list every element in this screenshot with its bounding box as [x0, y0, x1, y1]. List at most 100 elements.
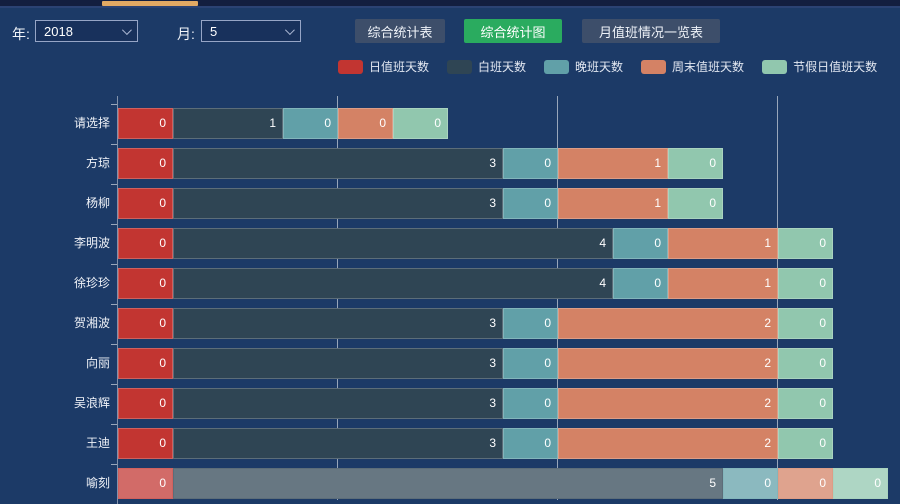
chart-row: 方琼03010	[0, 148, 900, 179]
bar-segment[interactable]: 2	[558, 308, 778, 339]
segment-value-label: 1	[654, 149, 661, 178]
stacked-bar: 04010	[118, 228, 833, 259]
bar-segment[interactable]: 0	[613, 228, 668, 259]
category-label: 方琼	[0, 148, 110, 179]
segment-value-label: 1	[764, 229, 771, 258]
axis-tick	[111, 424, 117, 425]
bar-segment[interactable]: 4	[173, 228, 613, 259]
chart-row: 徐珍珍04010	[0, 268, 900, 299]
bar-segment[interactable]: 0	[118, 228, 173, 259]
segment-value-label: 0	[159, 429, 166, 458]
bar-segment[interactable]: 0	[118, 308, 173, 339]
segment-value-label: 2	[764, 429, 771, 458]
segment-value-label: 3	[489, 349, 496, 378]
bar-segment[interactable]: 0	[778, 428, 833, 459]
segment-value-label: 0	[159, 109, 166, 138]
segment-value-label: 0	[159, 349, 166, 378]
category-label: 王迪	[0, 428, 110, 459]
segment-value-label: 0	[819, 349, 826, 378]
stacked-bar: 03010	[118, 148, 723, 179]
bar-segment[interactable]: 0	[503, 388, 558, 419]
segment-value-label: 0	[159, 269, 166, 298]
stacked-bar-chart: 请选择01000方琼03010杨柳03010李明波04010徐珍珍04010贺湘…	[0, 0, 900, 504]
axis-tick	[111, 184, 117, 185]
bar-segment[interactable]: 0	[778, 388, 833, 419]
segment-value-label: 0	[709, 149, 716, 178]
bar-segment[interactable]: 0	[118, 348, 173, 379]
segment-value-label: 1	[654, 189, 661, 218]
bar-segment[interactable]: 4	[173, 268, 613, 299]
bar-segment[interactable]: 0	[393, 108, 448, 139]
bar-segment[interactable]: 0	[503, 348, 558, 379]
bar-segment[interactable]: 3	[173, 308, 503, 339]
bar-segment[interactable]: 0	[503, 188, 558, 219]
category-label: 李明波	[0, 228, 110, 259]
stacked-bar: 03020	[118, 388, 833, 419]
chart-row: 李明波04010	[0, 228, 900, 259]
bar-segment[interactable]: 0	[833, 468, 888, 499]
stacked-bar: 03020	[118, 428, 833, 459]
bar-segment[interactable]: 0	[668, 188, 723, 219]
segment-value-label: 2	[764, 349, 771, 378]
segment-value-label: 0	[159, 189, 166, 218]
segment-value-label: 1	[764, 269, 771, 298]
bar-segment[interactable]: 0	[723, 468, 778, 499]
bar-segment[interactable]: 0	[778, 468, 833, 499]
bar-segment[interactable]: 2	[558, 428, 778, 459]
bar-segment[interactable]: 1	[173, 108, 283, 139]
bar-segment[interactable]: 0	[778, 228, 833, 259]
chart-row: 吴浪辉03020	[0, 388, 900, 419]
bar-segment[interactable]: 3	[173, 148, 503, 179]
segment-value-label: 0	[764, 469, 771, 498]
bar-segment[interactable]: 0	[283, 108, 338, 139]
segment-value-label: 0	[544, 189, 551, 218]
segment-value-label: 0	[544, 389, 551, 418]
bar-segment[interactable]: 0	[503, 148, 558, 179]
bar-segment[interactable]: 0	[118, 188, 173, 219]
bar-segment[interactable]: 2	[558, 348, 778, 379]
bar-segment[interactable]: 3	[173, 188, 503, 219]
bar-segment[interactable]: 3	[173, 428, 503, 459]
bar-segment[interactable]: 2	[558, 388, 778, 419]
chart-row: 王迪03020	[0, 428, 900, 459]
segment-value-label: 0	[434, 109, 441, 138]
segment-value-label: 2	[764, 309, 771, 338]
bar-segment[interactable]: 0	[118, 108, 173, 139]
bar-segment[interactable]: 0	[778, 308, 833, 339]
category-label: 向丽	[0, 348, 110, 379]
bar-segment[interactable]: 0	[118, 268, 173, 299]
segment-value-label: 5	[709, 469, 716, 498]
segment-value-label: 0	[709, 189, 716, 218]
bar-segment[interactable]: 0	[118, 428, 173, 459]
segment-value-label: 0	[874, 469, 881, 498]
bar-segment[interactable]: 1	[558, 188, 668, 219]
category-label: 贺湘波	[0, 308, 110, 339]
segment-value-label: 0	[819, 389, 826, 418]
bar-segment[interactable]: 1	[668, 268, 778, 299]
bar-segment[interactable]: 0	[118, 388, 173, 419]
bar-segment[interactable]: 0	[118, 468, 173, 499]
segment-value-label: 0	[819, 429, 826, 458]
segment-value-label: 0	[819, 469, 826, 498]
bar-segment[interactable]: 1	[558, 148, 668, 179]
bar-segment[interactable]: 3	[173, 348, 503, 379]
bar-segment[interactable]: 3	[173, 388, 503, 419]
segment-value-label: 1	[269, 109, 276, 138]
segment-value-label: 0	[159, 309, 166, 338]
segment-value-label: 0	[544, 149, 551, 178]
segment-value-label: 0	[819, 309, 826, 338]
bar-segment[interactable]: 1	[668, 228, 778, 259]
bar-segment[interactable]: 5	[173, 468, 723, 499]
segment-value-label: 0	[654, 269, 661, 298]
bar-segment[interactable]: 0	[338, 108, 393, 139]
bar-segment[interactable]: 0	[668, 148, 723, 179]
chart-row: 喻刻05000	[0, 468, 900, 499]
bar-segment[interactable]: 0	[778, 268, 833, 299]
bar-segment[interactable]: 0	[118, 148, 173, 179]
bar-segment[interactable]: 0	[778, 348, 833, 379]
segment-value-label: 0	[654, 229, 661, 258]
bar-segment[interactable]: 0	[503, 428, 558, 459]
segment-value-label: 0	[159, 229, 166, 258]
bar-segment[interactable]: 0	[503, 308, 558, 339]
bar-segment[interactable]: 0	[613, 268, 668, 299]
